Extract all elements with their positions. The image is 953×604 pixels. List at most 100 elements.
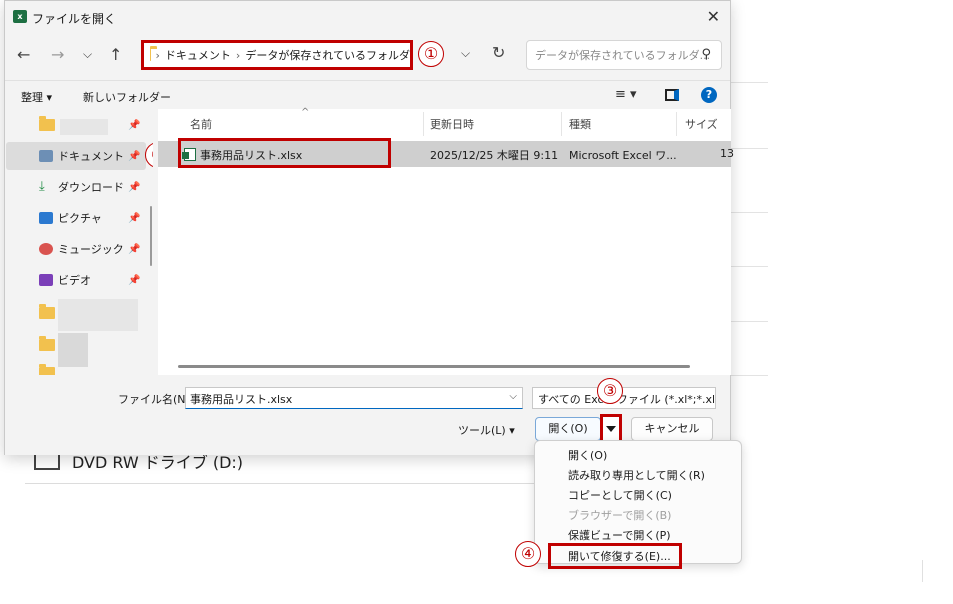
- refresh-icon[interactable]: ↻: [492, 43, 505, 62]
- blurred-item: [58, 333, 88, 367]
- bg-line: [730, 321, 768, 322]
- menu-item-open-readonly[interactable]: 読み取り専用として開く(R): [568, 467, 705, 483]
- horizontal-scrollbar[interactable]: [178, 365, 690, 368]
- bg-line: [730, 212, 768, 213]
- bg-line: [730, 266, 768, 267]
- blurred-item: [58, 299, 138, 331]
- up-arrow-icon[interactable]: ↑: [109, 45, 122, 64]
- tools-button[interactable]: ツール(L) ▾: [458, 422, 515, 438]
- sidebar-item-music[interactable]: ミュージック 📌: [6, 235, 146, 263]
- close-icon[interactable]: ✕: [707, 7, 720, 26]
- menu-item-open-browser: ブラウザーで開く(B): [568, 509, 672, 522]
- view-options-icon[interactable]: ≡ ▾: [615, 87, 637, 102]
- navigation-pane: 📌 ドキュメント 📌 ② ⤓ ダウンロード 📌 ピクチャ 📌 ミュージック 📌 …: [6, 109, 153, 375]
- bg-line: [730, 82, 768, 83]
- tools-label: ツール(L): [458, 424, 506, 437]
- bg-line: [730, 148, 768, 149]
- open-options-menu: 開く(O) 読み取り専用として開く(R) コピーとして開く(C) ブラウザーで開…: [534, 440, 742, 569]
- annotation-marker-1: ①: [418, 41, 444, 67]
- pictures-icon: [39, 212, 53, 224]
- pin-icon: 📌: [128, 243, 141, 255]
- address-dropdown-icon[interactable]: ⌵: [461, 46, 470, 61]
- back-arrow-icon[interactable]: ←: [17, 45, 30, 64]
- column-divider[interactable]: [676, 112, 677, 136]
- cancel-button[interactable]: キャンセル: [631, 417, 713, 441]
- menu-item-open-copy[interactable]: コピーとして開く(C): [568, 487, 672, 503]
- sidebar-item-label: ドキュメント: [58, 150, 124, 163]
- background-divider: [25, 483, 570, 484]
- sidebar-scrollbar[interactable]: [150, 206, 152, 266]
- chevron-right-icon: ›: [235, 48, 241, 62]
- menu-item-open-protected[interactable]: 保護ビューで開く(P): [568, 527, 671, 543]
- pin-icon: 📌: [128, 274, 141, 286]
- file-size: 13: [720, 147, 734, 160]
- sidebar-item-label: ダウンロード: [58, 181, 124, 194]
- music-icon: [39, 243, 53, 255]
- excel-icon: x: [13, 10, 27, 23]
- preview-pane-icon[interactable]: [665, 89, 679, 101]
- sidebar-item-label: ビデオ: [58, 274, 91, 287]
- search-placeholder: データが保存されているフォルダ...: [535, 49, 711, 62]
- column-header-modified[interactable]: 更新日時: [430, 116, 474, 132]
- column-divider[interactable]: [423, 112, 424, 136]
- column-header-size[interactable]: サイズ: [685, 116, 718, 132]
- folder-icon: [39, 304, 55, 319]
- chevron-down-icon: [606, 426, 616, 432]
- pin-icon: 📌: [128, 120, 141, 131]
- annotation-marker-3: ③: [597, 378, 623, 404]
- breadcrumb-documents[interactable]: ドキュメント: [165, 47, 231, 63]
- file-modified: 2025/12/25 木曜日 9:11: [430, 149, 559, 162]
- folder-icon: [39, 116, 55, 131]
- sidebar-item-downloads[interactable]: ⤓ ダウンロード 📌: [6, 173, 146, 201]
- help-icon[interactable]: ?: [701, 87, 717, 103]
- highlight-box-repair: [548, 543, 682, 569]
- filename-input[interactable]: 事務用品リスト.xlsx ⌵: [185, 387, 523, 409]
- filetype-value: すべての Excel ファイル (*.xl*;*.xlsx;*: [538, 393, 716, 406]
- address-bar[interactable]: › ドキュメント › データが保存されているフォルダ: [141, 40, 413, 70]
- folder-icon: [39, 336, 55, 351]
- file-open-dialog: x ファイルを開く ✕ ← → ⌵ ↑ › ドキュメント › データが保存されて…: [4, 0, 734, 455]
- pin-icon: 📌: [128, 212, 141, 224]
- pin-icon: 📌: [128, 181, 141, 193]
- annotation-marker-4: ④: [515, 541, 541, 567]
- organize-button[interactable]: 整理 ▾: [21, 89, 52, 105]
- highlight-box-file: [178, 138, 391, 168]
- sidebar-item-documents[interactable]: ドキュメント 📌: [6, 142, 146, 170]
- column-header-type[interactable]: 種類: [569, 116, 591, 132]
- column-divider[interactable]: [561, 112, 562, 136]
- folder-icon: [150, 46, 154, 61]
- title-bar: x ファイルを開く ✕: [5, 1, 730, 33]
- navigation-row: ← → ⌵ ↑ › ドキュメント › データが保存されているフォルダ ① ⌵ ↻…: [5, 37, 730, 73]
- file-type: Microsoft Excel ワ...: [569, 149, 677, 162]
- sidebar-item-label: ピクチャ: [58, 212, 102, 225]
- forward-arrow-icon[interactable]: →: [51, 45, 64, 64]
- column-header-name[interactable]: 名前: [190, 116, 212, 132]
- video-icon: [39, 274, 53, 286]
- file-list: ^ 名前 更新日時 種類 サイズ 事務用品リスト.xlsx 2025/12/25…: [158, 107, 734, 375]
- search-input[interactable]: データが保存されているフォルダ... ⚲: [526, 40, 722, 70]
- sidebar-item-videos[interactable]: ビデオ 📌: [6, 266, 146, 294]
- documents-icon: [39, 150, 53, 162]
- chevron-down-icon[interactable]: ⌵: [509, 391, 517, 402]
- pin-icon: 📌: [128, 150, 141, 162]
- new-folder-button[interactable]: 新しいフォルダー: [83, 89, 171, 105]
- breadcrumb-folder[interactable]: データが保存されているフォルダ: [245, 47, 410, 63]
- blurred-item: [60, 119, 108, 135]
- filetype-select[interactable]: すべての Excel ファイル (*.xl*;*.xlsx;*: [532, 387, 716, 409]
- command-bar: 整理 ▾ 新しいフォルダー ≡ ▾ ?: [5, 81, 730, 109]
- background-panel: [0, 455, 922, 583]
- open-button[interactable]: 開く(O): [535, 417, 601, 441]
- search-icon[interactable]: ⚲: [701, 47, 711, 62]
- background-vline: [922, 560, 923, 582]
- filename-label: ファイル名(N):: [118, 393, 194, 406]
- chevron-right-icon: ›: [155, 48, 160, 62]
- sort-ascending-icon: ^: [301, 107, 310, 118]
- filename-value: 事務用品リスト.xlsx: [190, 393, 293, 406]
- download-icon: ⤓: [39, 179, 45, 194]
- sidebar-item-pictures[interactable]: ピクチャ 📌: [6, 204, 146, 232]
- bg-line: [730, 375, 768, 376]
- folder-icon: [39, 364, 55, 375]
- recent-chevron-icon[interactable]: ⌵: [83, 47, 92, 62]
- window-title: ファイルを開く: [32, 12, 117, 26]
- menu-item-open[interactable]: 開く(O): [568, 447, 607, 463]
